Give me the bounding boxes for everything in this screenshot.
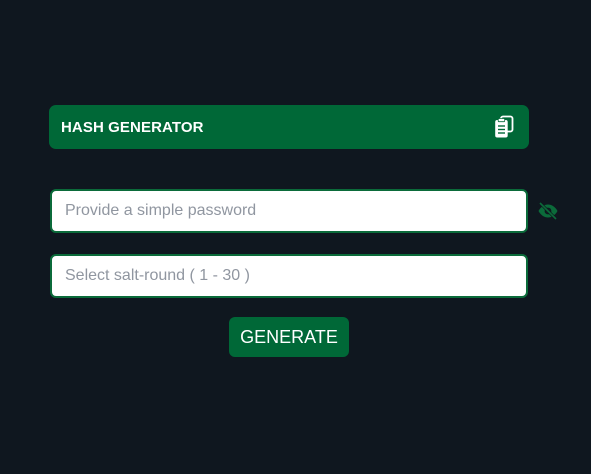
- password-visibility-toggle[interactable]: [536, 200, 560, 222]
- header-bar: HASH GENERATOR: [49, 105, 529, 149]
- generate-button[interactable]: GENERATE: [229, 317, 349, 357]
- salt-round-input[interactable]: [50, 254, 528, 298]
- eye-slash-icon: [538, 202, 558, 220]
- copy-clipboard-icon: [495, 115, 514, 138]
- copy-button[interactable]: [493, 114, 515, 140]
- hash-generator-page: HASH GENERATOR GENERATE: [0, 0, 591, 474]
- page-title: HASH GENERATOR: [61, 118, 204, 136]
- password-input[interactable]: [50, 189, 528, 233]
